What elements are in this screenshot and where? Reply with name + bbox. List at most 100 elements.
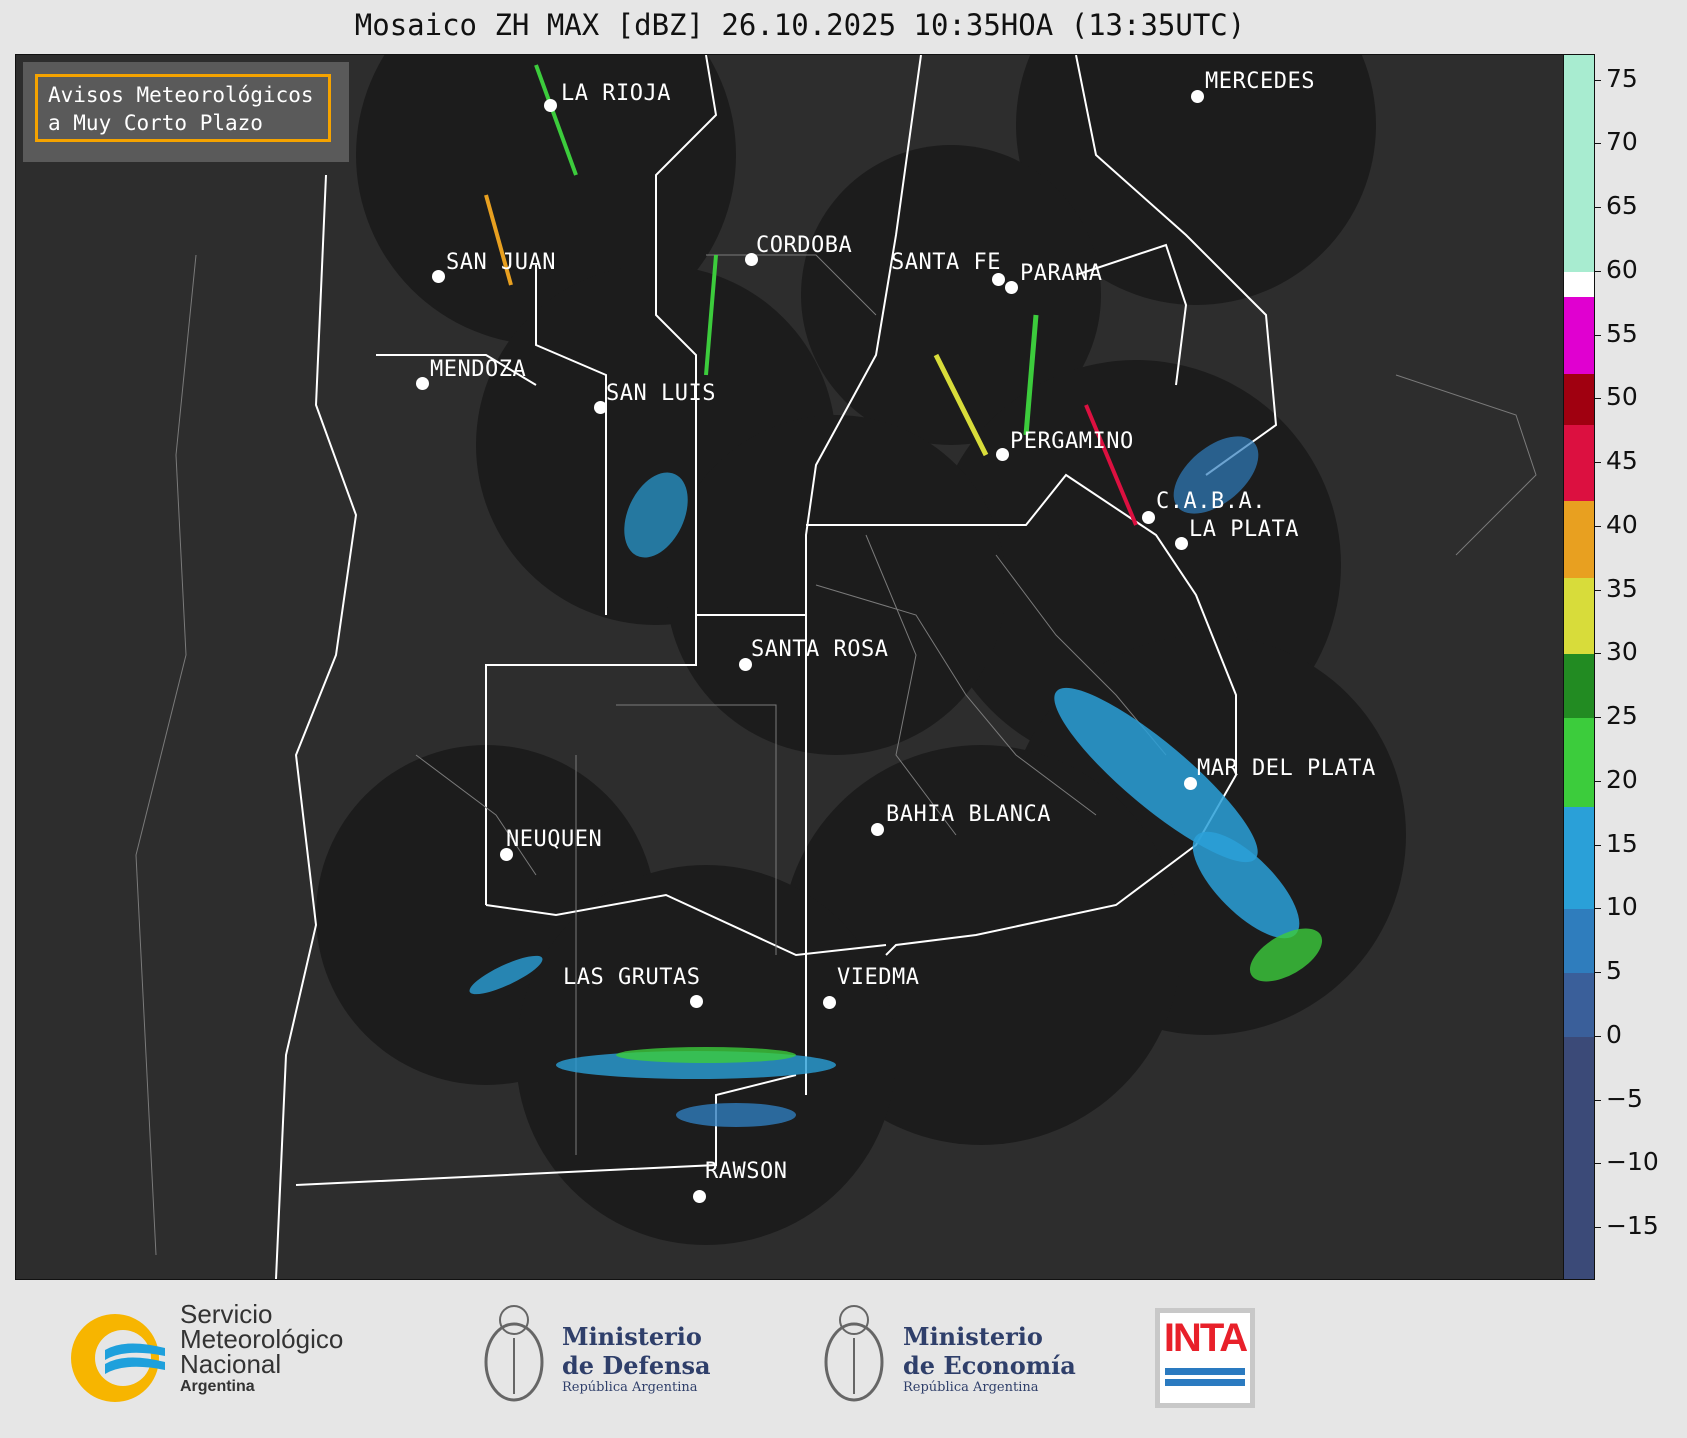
colorbar-tick-label: −10 — [1606, 1147, 1659, 1177]
colorbar-tick-label: 50 — [1606, 382, 1638, 412]
city-label: PARANA — [1020, 261, 1103, 286]
colorbar-tick-label: 55 — [1606, 318, 1638, 348]
city-marker[interactable] — [1005, 281, 1018, 294]
city-label: SAN LUIS — [606, 381, 716, 406]
colorbar-tick — [1594, 270, 1601, 272]
colorbar-tick — [1594, 525, 1601, 527]
colorbar-band — [1564, 718, 1594, 808]
colorbar-tick — [1594, 780, 1601, 782]
colorbar-tick-label: 15 — [1606, 828, 1638, 858]
colorbar-tick — [1594, 462, 1601, 463]
economia-line-1: Ministerio — [903, 1322, 1043, 1351]
city-label: LA PLATA — [1189, 517, 1299, 542]
city-label: SAN JUAN — [446, 250, 556, 275]
defensa-line-1: Ministerio — [562, 1322, 702, 1351]
city-marker[interactable] — [996, 448, 1009, 461]
coat-of-arms-icon — [484, 1305, 544, 1402]
colorbar-tick — [1594, 908, 1601, 910]
city-label: MAR DEL PLATA — [1197, 756, 1376, 781]
colorbar-tick — [1594, 398, 1601, 400]
warning-label: Avisos Meteorológicos a Muy Corto Plazo — [35, 74, 331, 142]
coat-of-arms-icon — [824, 1305, 884, 1402]
colorbar-tick — [1594, 143, 1601, 145]
city-marker[interactable] — [432, 270, 445, 283]
colorbar-band — [1564, 373, 1594, 425]
colorbar-tick — [1594, 334, 1601, 336]
colorbar-tick-label: 35 — [1606, 573, 1638, 603]
smn-line-4: Argentina — [180, 1378, 255, 1395]
city-marker[interactable] — [693, 1190, 706, 1203]
colorbar-tick-label: 70 — [1606, 127, 1638, 157]
colorbar-band — [1564, 654, 1594, 718]
city-marker[interactable] — [1175, 537, 1188, 550]
city-label: LAS GRUTAS — [563, 965, 701, 990]
city-label: SANTA FE — [891, 250, 1001, 275]
colorbar-tick — [1594, 1099, 1601, 1101]
colorbar-tick-label: 5 — [1606, 956, 1622, 985]
colorbar-tick-label: 10 — [1606, 892, 1638, 922]
colorbar — [1563, 54, 1595, 1280]
city-label: C.A.B.A. — [1156, 489, 1266, 514]
city-label: BAHIA BLANCA — [886, 802, 1051, 827]
colorbar-tick — [1594, 79, 1601, 81]
colorbar-tick — [1594, 589, 1601, 591]
colorbar-band — [1564, 424, 1594, 502]
city-marker[interactable] — [1191, 90, 1204, 103]
colorbar-tick — [1594, 653, 1601, 655]
colorbar-tick — [1594, 207, 1601, 208]
city-label: SANTA ROSA — [751, 637, 889, 662]
colorbar-band — [1564, 271, 1594, 298]
city-label: CORDOBA — [756, 233, 853, 258]
warning-line-2: a Muy Corto Plazo — [48, 111, 263, 135]
colorbar-tick-label: −5 — [1606, 1083, 1643, 1113]
colorbar-tick-label: 45 — [1606, 446, 1638, 475]
colorbar-band — [1564, 577, 1594, 655]
city-marker[interactable] — [823, 996, 836, 1009]
colorbar-tick — [1594, 717, 1601, 718]
colorbar-band — [1564, 807, 1594, 910]
colorbar-tick-label: 0 — [1606, 1019, 1622, 1049]
warning-box[interactable]: Avisos Meteorológicos a Muy Corto Plazo — [23, 62, 349, 162]
smn-line-3: Nacional — [180, 1349, 282, 1379]
city-marker[interactable] — [1184, 777, 1197, 790]
colorbar-tick — [1594, 972, 1601, 973]
colorbar-band — [1564, 909, 1594, 973]
colorbar-tick-label: 40 — [1606, 509, 1638, 539]
colorbar-tick — [1594, 1227, 1601, 1228]
colorbar-tick-label: 30 — [1606, 637, 1638, 667]
city-marker[interactable] — [1142, 511, 1155, 524]
city-label: PERGAMINO — [1010, 429, 1134, 454]
colorbar-tick-label: 20 — [1606, 764, 1638, 794]
colorbar-tick-label: 65 — [1606, 191, 1638, 220]
smn-logo-icon — [71, 1314, 165, 1402]
economia-line-3: República Argentina — [903, 1380, 1039, 1395]
colorbar-tick-label: −15 — [1606, 1211, 1659, 1240]
colorbar-band — [1564, 501, 1594, 578]
city-label: VIEDMA — [837, 965, 920, 990]
colorbar-tick — [1594, 844, 1601, 846]
city-label: RAWSON — [705, 1159, 788, 1184]
city-label: LA RIOJA — [561, 81, 671, 106]
city-marker[interactable] — [544, 99, 557, 112]
colorbar-band — [1564, 297, 1594, 374]
defensa-line-2: de Defensa — [562, 1351, 711, 1380]
warning-line-1: Avisos Meteorológicos — [48, 83, 314, 107]
page-title: Mosaico ZH MAX [dBZ] 26.10.2025 10:35HOA… — [354, 8, 1246, 42]
radar-map[interactable]: Avisos Meteorológicos a Muy Corto Plazo … — [15, 54, 1565, 1280]
inta-logo: INTA — [1155, 1308, 1255, 1408]
city-marker[interactable] — [871, 823, 884, 836]
colorbar-tick — [1594, 1035, 1601, 1037]
footer-logos: Servicio Meteorológico Nacional Argentin… — [0, 1278, 1687, 1438]
inta-logo-text: INTA — [1163, 1316, 1248, 1360]
colorbar-tick-label: 60 — [1606, 254, 1638, 284]
defensa-line-3: República Argentina — [562, 1380, 698, 1395]
city-label: MERCEDES — [1205, 69, 1315, 94]
colorbar-tick-label: 75 — [1606, 63, 1638, 93]
colorbar-tick-label: 25 — [1606, 701, 1638, 730]
city-marker[interactable] — [690, 995, 703, 1008]
city-label: NEUQUEN — [506, 827, 603, 852]
colorbar-band — [1564, 55, 1594, 272]
city-marker[interactable] — [416, 377, 429, 390]
colorbar-tick — [1594, 1163, 1601, 1165]
economia-line-2: de Economía — [903, 1351, 1076, 1380]
